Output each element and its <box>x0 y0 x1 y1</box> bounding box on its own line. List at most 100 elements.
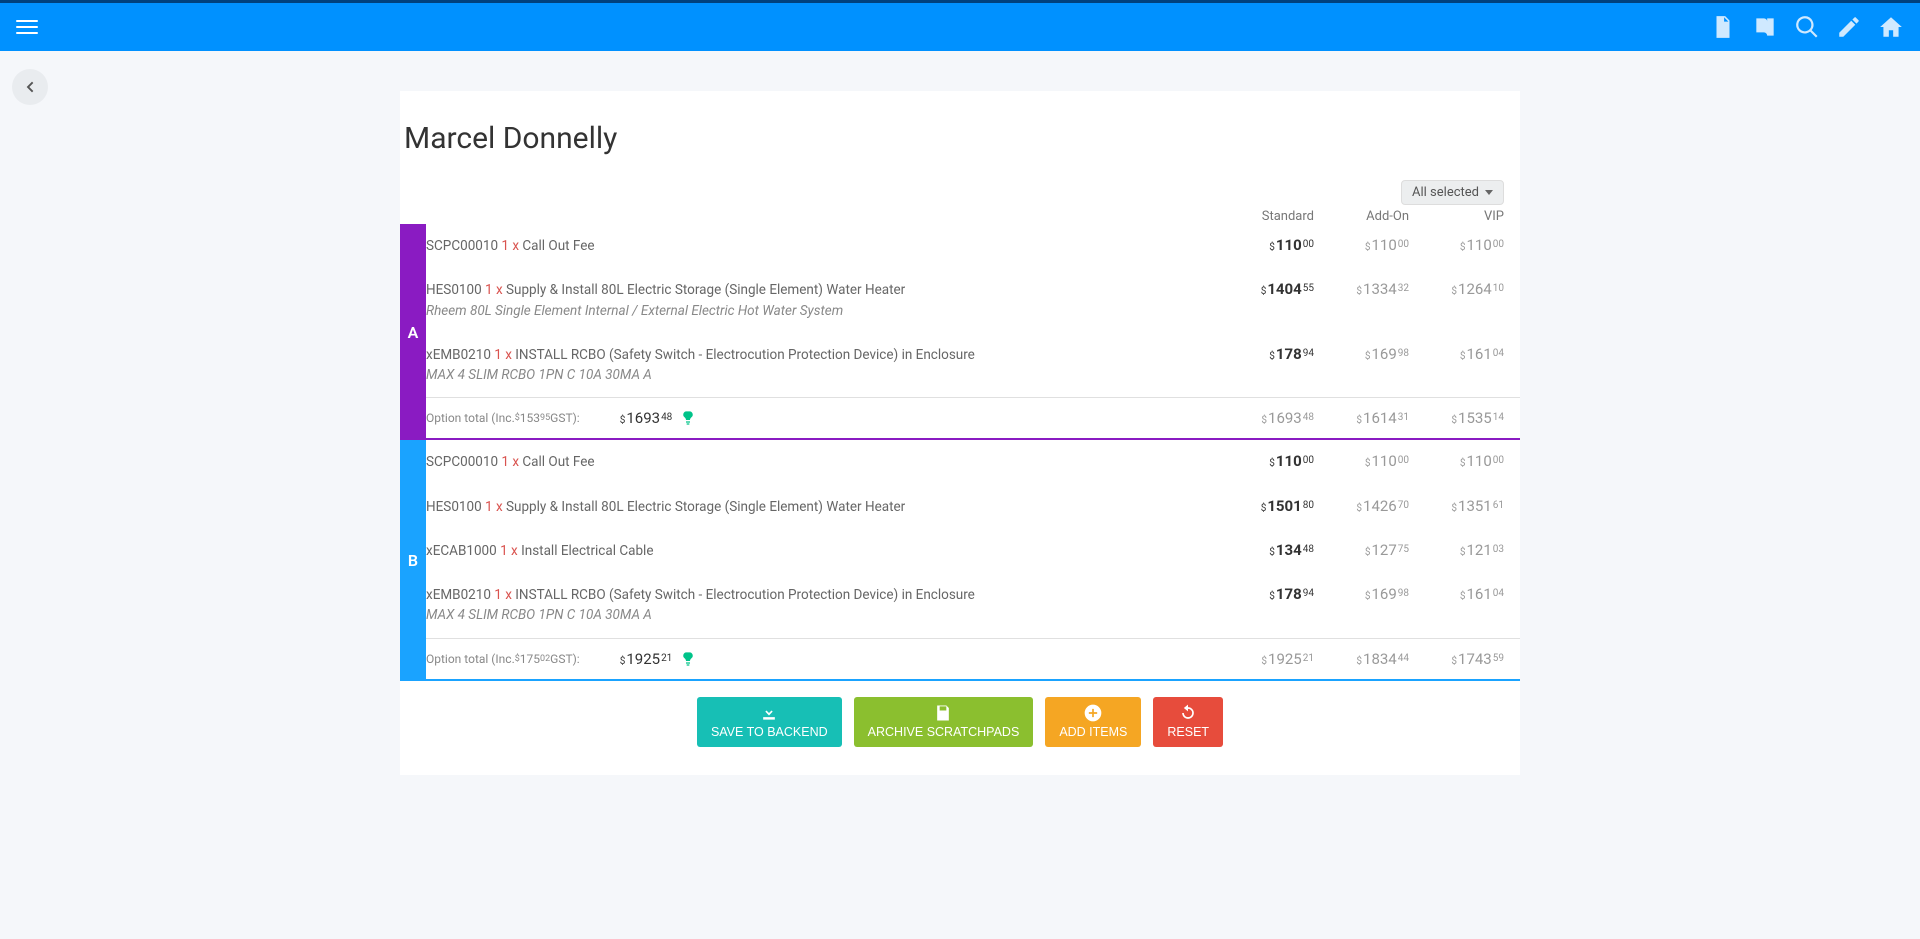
item-code: xEMB0210 <box>426 347 491 363</box>
option-tab[interactable]: A <box>400 224 426 440</box>
price-cell: $135161 <box>1409 497 1504 515</box>
file-icon[interactable] <box>1710 14 1736 40</box>
plus-circle-icon <box>1083 703 1103 723</box>
price-cell: $153514 <box>1409 409 1504 427</box>
header-icon-group <box>1710 14 1904 40</box>
price-cell: $133432 <box>1314 280 1409 298</box>
col-header-addon: Add-On <box>1314 209 1409 224</box>
option-total-label: Option total (Inc.$15395 GST): <box>426 411 580 425</box>
bulb-icon <box>680 649 696 669</box>
price-cell: $16998 <box>1314 585 1409 603</box>
menu-icon[interactable] <box>16 16 38 38</box>
item-code: xEMB0210 <box>426 587 491 603</box>
item-qty: 1 x <box>500 543 521 559</box>
back-button[interactable] <box>12 69 48 105</box>
col-header-vip: VIP <box>1409 209 1504 224</box>
price-cell: $161431 <box>1314 409 1409 427</box>
price-cell: $11000 <box>1314 236 1409 254</box>
item-desc: Supply & Install 80L Electric Storage (S… <box>506 282 905 298</box>
item-qty: 1 x <box>485 499 506 515</box>
price-cell: $192521 <box>1219 650 1314 668</box>
line-item[interactable]: xEMB0210 1 x INSTALL RCBO (Safety Switch… <box>426 333 1520 398</box>
price-cell: $16104 <box>1409 345 1504 363</box>
filter-label: All selected <box>1412 185 1479 200</box>
price-cell: $11000 <box>1409 236 1504 254</box>
line-item[interactable]: SCPC00010 1 x Call Out Fee $11000 $11000… <box>426 440 1520 484</box>
item-subdesc: MAX 4 SLIM RCBO 1PN C 10A 30MA A <box>426 605 1219 625</box>
action-bar: SAVE TO BACKEND ARCHIVE SCRATCHPADS ADD … <box>400 681 1520 775</box>
archive-label: ARCHIVE SCRATCHPADS <box>868 725 1020 739</box>
edit-icon[interactable] <box>1836 14 1862 40</box>
price-cell: $169348 <box>620 409 673 427</box>
price-cell: $142670 <box>1314 497 1409 515</box>
filter-dropdown[interactable]: All selected <box>1401 180 1504 205</box>
item-desc: INSTALL RCBO (Safety Switch - Electrocut… <box>515 587 975 603</box>
customer-name: Marcel Donnelly <box>400 121 1520 180</box>
item-code: SCPC00010 <box>426 238 498 254</box>
option-tab[interactable]: B <box>400 440 426 680</box>
add-label: ADD ITEMS <box>1059 725 1127 739</box>
line-item[interactable]: HES0100 1 x Supply & Install 80L Electri… <box>426 485 1520 529</box>
item-qty: 1 x <box>501 238 522 254</box>
price-cell: $17894 <box>1219 585 1314 603</box>
line-item[interactable]: xEMB0210 1 x INSTALL RCBO (Safety Switch… <box>426 573 1520 638</box>
price-cell: $16998 <box>1314 345 1409 363</box>
price-cell: $16104 <box>1409 585 1504 603</box>
item-qty: 1 x <box>494 347 515 363</box>
app-header <box>0 3 1920 51</box>
bulb-icon <box>680 408 696 428</box>
line-item[interactable]: xECAB1000 1 x Install Electrical Cable $… <box>426 529 1520 573</box>
quote-sheet: Marcel Donnelly All selected Standard Ad… <box>400 91 1520 775</box>
option-block: A SCPC00010 1 x Call Out Fee $11000 $110… <box>400 224 1520 440</box>
price-cell: $126410 <box>1409 280 1504 298</box>
item-qty: 1 x <box>485 282 506 298</box>
save-button[interactable]: SAVE TO BACKEND <box>697 697 842 747</box>
price-cell: $11000 <box>1219 236 1314 254</box>
home-icon[interactable] <box>1878 14 1904 40</box>
price-cell: $17894 <box>1219 345 1314 363</box>
item-subdesc: Rheem 80L Single Element Internal / Exte… <box>426 301 1219 321</box>
item-code: SCPC00010 <box>426 454 498 470</box>
option-total-label: Option total (Inc.$17502 GST): <box>426 652 580 666</box>
main-scroll[interactable]: Marcel Donnelly All selected Standard Ad… <box>0 51 1920 936</box>
price-cell: $12775 <box>1314 541 1409 559</box>
price-cell: $140455 <box>1219 280 1314 298</box>
price-column-headers: Standard Add-On VIP <box>400 209 1520 224</box>
reset-button[interactable]: RESET <box>1153 697 1223 747</box>
item-qty: 1 x <box>501 454 522 470</box>
item-code: HES0100 <box>426 282 482 298</box>
price-cell: $13448 <box>1219 541 1314 559</box>
item-desc: INSTALL RCBO (Safety Switch - Electrocut… <box>515 347 975 363</box>
price-cell: $192521 <box>620 650 673 668</box>
item-code: xECAB1000 <box>426 543 497 559</box>
add-button[interactable]: ADD ITEMS <box>1045 697 1141 747</box>
save-label: SAVE TO BACKEND <box>711 725 828 739</box>
price-cell: $169348 <box>1219 409 1314 427</box>
item-desc: Supply & Install 80L Electric Storage (S… <box>506 499 905 515</box>
price-cell: $174359 <box>1409 650 1504 668</box>
item-desc: Call Out Fee <box>522 454 594 470</box>
book-icon[interactable] <box>1752 14 1778 40</box>
option-total-row: Option total (Inc.$17502 GST): $192521 $… <box>426 638 1520 681</box>
search-icon[interactable] <box>1794 14 1820 40</box>
line-item[interactable]: SCPC00010 1 x Call Out Fee $11000 $11000… <box>426 224 1520 268</box>
item-desc: Call Out Fee <box>522 238 594 254</box>
price-cell: $183444 <box>1314 650 1409 668</box>
price-cell: $12103 <box>1409 541 1504 559</box>
item-desc: Install Electrical Cable <box>521 543 653 559</box>
refresh-icon <box>1178 703 1198 723</box>
line-item[interactable]: HES0100 1 x Supply & Install 80L Electri… <box>426 268 1520 333</box>
option-block: B SCPC00010 1 x Call Out Fee $11000 $110… <box>400 440 1520 680</box>
item-code: HES0100 <box>426 499 482 515</box>
item-subdesc: MAX 4 SLIM RCBO 1PN C 10A 30MA A <box>426 365 1219 385</box>
price-cell: $11000 <box>1314 452 1409 470</box>
floppy-icon <box>933 703 953 723</box>
col-header-standard: Standard <box>1219 209 1314 224</box>
download-icon <box>759 703 779 723</box>
chevron-down-icon <box>1485 190 1493 195</box>
price-cell: $150180 <box>1219 497 1314 515</box>
archive-button[interactable]: ARCHIVE SCRATCHPADS <box>854 697 1034 747</box>
item-qty: 1 x <box>494 587 515 603</box>
price-cell: $11000 <box>1409 452 1504 470</box>
price-cell: $11000 <box>1219 452 1314 470</box>
